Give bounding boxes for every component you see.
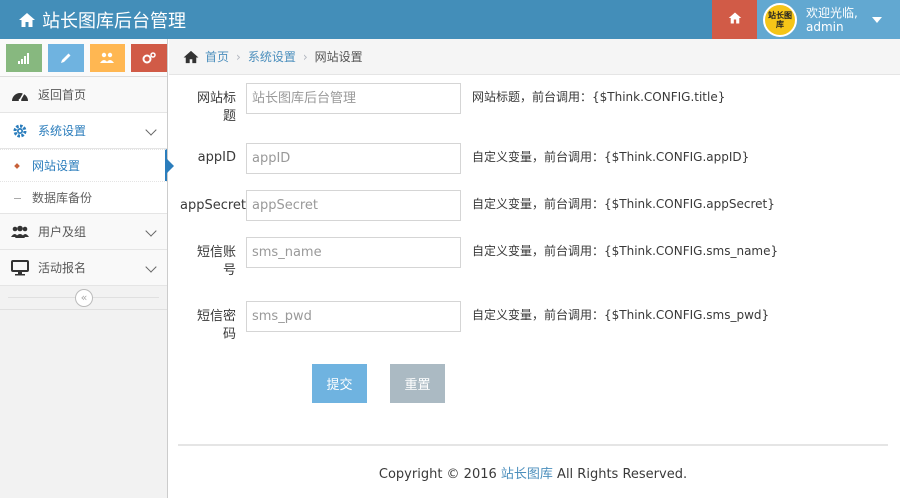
- appid-input[interactable]: [246, 143, 461, 174]
- brand[interactable]: 站长图库后台管理: [18, 0, 186, 39]
- sidebar-subitem-db-backup[interactable]: 数据库备份: [0, 181, 167, 213]
- sidebar-item-label: 用户及组: [38, 225, 87, 239]
- breadcrumb-home-link[interactable]: 首页: [205, 48, 229, 65]
- chevron-down-icon: [145, 261, 157, 273]
- appsecret-input[interactable]: [246, 190, 461, 221]
- app-title: 站长图库后台管理: [42, 10, 186, 32]
- user-name: admin: [806, 19, 844, 34]
- user-menu[interactable]: 站长图库 欢迎光临, admin: [757, 0, 900, 39]
- double-chevron-left-icon: «: [80, 291, 88, 304]
- nav-home-button[interactable]: [712, 0, 757, 39]
- sidebar-item-users-groups[interactable]: 用户及组: [0, 214, 167, 250]
- signal-icon: [17, 52, 29, 64]
- field-label-sms-name: 短信账号: [196, 245, 236, 278]
- breadcrumb-separator-icon: ›: [302, 49, 308, 64]
- gear-icon: [11, 122, 29, 140]
- field-label-appid: appID: [197, 150, 236, 165]
- sidebar-item-label: 系统设置: [38, 124, 87, 138]
- sidebar-item-home[interactable]: 返回首页: [0, 77, 167, 113]
- dash-icon: [14, 198, 21, 199]
- top-navbar: 站长图库后台管理 站长图库 欢迎光临, admin: [0, 0, 900, 39]
- footer-divider: [178, 444, 888, 446]
- sidebar-item-label: 活动报名: [38, 261, 87, 275]
- footer-brand-link[interactable]: 站长图库: [501, 467, 553, 482]
- pencil-icon: [60, 53, 71, 63]
- sms-pwd-input[interactable]: [246, 301, 461, 332]
- shortcut-stats-button[interactable]: [6, 43, 42, 72]
- field-help-appid: 自定义变量，前台调用：{$Think.CONFIG.appID}: [472, 150, 750, 164]
- sidebar-item-label: 返回首页: [38, 88, 87, 102]
- shortcut-users-button[interactable]: [89, 43, 126, 72]
- bullet-icon: [14, 163, 20, 169]
- breadcrumb-section-link[interactable]: 系统设置: [248, 48, 296, 65]
- breadcrumb-current: 网站设置: [314, 50, 363, 64]
- field-help-site-title: 网站标题，前台调用：{$Think.CONFIG.title}: [472, 90, 726, 104]
- desktop-icon: [11, 259, 29, 277]
- caret-down-icon: [872, 16, 882, 23]
- users-icon: [100, 52, 115, 63]
- sms-name-input[interactable]: [246, 237, 461, 268]
- sidebar-item-system-settings[interactable]: 系统设置: [0, 113, 167, 149]
- submit-button[interactable]: 提交: [312, 364, 367, 403]
- avatar: 站长图库: [763, 2, 797, 37]
- field-help-sms-name: 自定义变量，前台调用：{$Think.CONFIG.sms_name}: [472, 244, 779, 258]
- breadcrumb-separator-icon: ›: [236, 49, 241, 64]
- field-help-appsecret: 自定义变量，前台调用：{$Think.CONFIG.appSecret}: [472, 197, 775, 211]
- cogs-icon: [142, 51, 156, 63]
- footer-rights: All Rights Reserved.: [552, 467, 688, 482]
- home-icon: [183, 50, 199, 64]
- reset-button[interactable]: 重置: [390, 364, 445, 403]
- home-icon: [18, 11, 36, 29]
- chevron-down-icon: [145, 225, 157, 237]
- users-icon: [11, 223, 29, 241]
- sidebar: 返回首页 系统设置 网站设置 数据库备份 用户及组 活动报名 «: [0, 39, 174, 498]
- shortcut-settings-button[interactable]: [131, 43, 167, 72]
- chevron-down-icon: [145, 124, 157, 136]
- field-label-appsecret: appSecret: [180, 198, 247, 213]
- footer: Copyright © 2016 站长图库 All Rights Reserve…: [178, 463, 888, 482]
- home-icon: [728, 11, 742, 28]
- footer-copyright: Copyright © 2016: [378, 467, 501, 482]
- sidebar-subitem-label: 网站设置: [32, 159, 81, 173]
- sidebar-subitem-label: 数据库备份: [32, 191, 93, 205]
- breadcrumb: 首页 › 系统设置 › 网站设置: [169, 39, 900, 75]
- shortcut-edit-button[interactable]: [47, 43, 84, 72]
- sidebar-shortcuts: [0, 39, 167, 77]
- sidebar-subitem-site-settings[interactable]: 网站设置: [0, 149, 174, 181]
- dashboard-icon: [11, 86, 29, 104]
- sidebar-collapse-bar: «: [0, 286, 167, 310]
- user-info: 欢迎光临, admin: [806, 6, 866, 34]
- submenu-system-settings: 网站设置 数据库备份: [0, 149, 174, 214]
- site-title-input[interactable]: [246, 83, 461, 114]
- field-label-site-title: 网站标题: [196, 91, 236, 124]
- collapse-sidebar-button[interactable]: «: [75, 289, 93, 307]
- user-greeting: 欢迎光临,: [806, 5, 858, 20]
- field-help-sms-pwd: 自定义变量，前台调用：{$Think.CONFIG.sms_pwd}: [472, 308, 770, 322]
- sidebar-item-event-signup[interactable]: 活动报名: [0, 250, 167, 286]
- field-label-sms-pwd: 短信密码: [196, 309, 236, 342]
